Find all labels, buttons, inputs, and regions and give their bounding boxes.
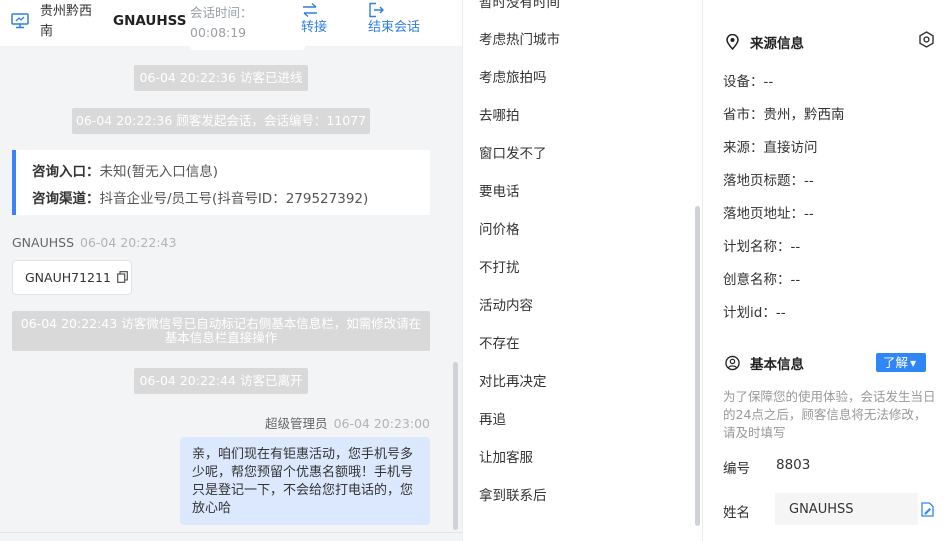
system-message: 06-04 20:22:43 访客微信号已自动标记右侧基本信息栏，如需修改请在基…	[12, 311, 430, 351]
transfer-button[interactable]: 转接	[301, 2, 327, 38]
name-input[interactable]	[775, 493, 918, 525]
source-field-device: 设备：--	[723, 74, 774, 90]
divider	[0, 532, 462, 533]
quick-reply-item[interactable]: 拿到联系后	[479, 484, 547, 504]
chat-scrollbar[interactable]	[453, 362, 458, 530]
caret-down-icon: ▼	[910, 359, 917, 368]
visitor-name: GNAUHSS	[113, 13, 187, 29]
previous-message-edge	[190, 46, 305, 50]
quick-reply-item[interactable]: 对比再决定	[479, 370, 547, 390]
quick-reply-item[interactable]: 活动内容	[479, 294, 533, 314]
quick-reply-scrollbar[interactable]	[695, 206, 700, 526]
system-message: 06-04 20:22:36 访客已进线	[134, 65, 308, 91]
learn-more-button[interactable]: 了解 ▼	[876, 353, 926, 372]
id-value: 8803	[776, 457, 811, 473]
quick-reply-item[interactable]: 考虑热门城市	[479, 28, 560, 48]
visitor-info-panel: 来源信息 设备：-- 省市：贵州，黔西南 来源：直接访问 落地页标题：-- 落地…	[702, 0, 949, 541]
system-message: 06-04 20:22:36 顾客发起会话，会话编号：11077	[72, 108, 370, 134]
agent-message: 亲，咱们现在有钜惠活动，您手机号多少呢，帮您预留个优惠名额哦！手机号只是登记一下…	[180, 437, 430, 525]
visitor-region: 贵州黔西南	[40, 4, 93, 39]
name-label: 姓名	[723, 505, 750, 521]
id-label: 编号	[723, 461, 750, 477]
source-field-landing-title: 落地页标题：--	[723, 173, 814, 189]
end-session-button[interactable]: 结束会话	[368, 2, 420, 38]
edit-icon[interactable]	[921, 502, 934, 517]
quick-reply-item[interactable]: 要电话	[479, 180, 520, 200]
channel-label: 咨询渠道：	[32, 191, 100, 207]
location-icon	[726, 34, 739, 50]
entry-label: 咨询入口：	[32, 164, 100, 180]
agent-sender: 超级管理员 06-04 20:23:00	[265, 416, 430, 431]
source-field-creative-name: 创意名称：--	[723, 272, 801, 288]
copy-icon[interactable]	[117, 271, 128, 283]
basic-info-title: 基本信息	[725, 353, 804, 373]
quick-reply-item[interactable]: 去哪拍	[479, 104, 520, 124]
quick-reply-item[interactable]: 问价格	[479, 218, 520, 238]
quick-reply-item[interactable]: 不存在	[479, 332, 520, 352]
chat-panel: 贵州黔西南 GNAUHSS 会话时间： 00:08:19 转接 结束会话 06-…	[0, 0, 462, 541]
edit-notice: 为了保障您的使用体验，会话发生当日的24点之后，顾客信息将无法修改，请及时填写	[723, 389, 936, 440]
source-field-plan-id: 计划id：--	[723, 305, 786, 321]
settings-icon[interactable]	[918, 31, 935, 48]
entry-value: 未知(暂无入口信息)	[99, 164, 219, 180]
transfer-icon	[303, 2, 317, 18]
session-time: 会话时间： 00:08:19	[190, 5, 253, 40]
system-message: 06-04 20:22:44 访客已离开	[134, 368, 308, 394]
consult-info-card: 咨询入口：未知(暂无入口信息) 咨询渠道：抖音企业号/员工号(抖音号ID：279…	[12, 150, 430, 215]
customer-message: GNAUH71211	[12, 260, 132, 295]
source-info-title: 来源信息	[725, 32, 804, 52]
quick-reply-item[interactable]: 让加客服	[479, 446, 533, 466]
exit-icon	[369, 2, 384, 18]
source-field-landing-url: 落地页地址：--	[723, 206, 814, 222]
quick-reply-panel: 暂时没有时间 考虑热门城市 考虑旅拍吗 去哪拍 窗口发不了 要电话 问价格 不打…	[462, 0, 702, 541]
customer-sender: GNAUHSS 06-04 20:22:43	[12, 235, 177, 250]
chat-header: 贵州黔西南 GNAUHSS 会话时间： 00:08:19 转接 结束会话	[0, 0, 462, 46]
source-field-origin: 来源：直接访问	[723, 140, 818, 156]
quick-reply-item[interactable]: 不打扰	[479, 256, 520, 276]
quick-reply-item[interactable]: 窗口发不了	[479, 142, 547, 162]
user-icon	[725, 355, 740, 371]
source-field-plan-name: 计划名称：--	[723, 239, 801, 255]
quick-reply-item[interactable]: 暂时没有时间	[479, 0, 560, 11]
monitor-icon	[11, 13, 29, 29]
channel-value: 抖音企业号/员工号(抖音号ID：279527392)	[99, 191, 369, 207]
quick-reply-item[interactable]: 考虑旅拍吗	[479, 66, 547, 86]
source-field-region: 省市：贵州，黔西南	[723, 107, 845, 123]
quick-reply-item[interactable]: 再追	[479, 408, 506, 428]
